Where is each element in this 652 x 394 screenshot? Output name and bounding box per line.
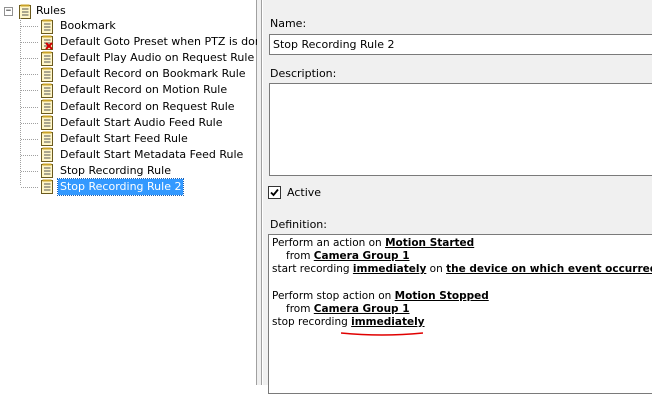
definition-line-1: Perform an action on Motion Started bbox=[272, 237, 652, 250]
rule-item[interactable]: Bookmark bbox=[40, 18, 264, 34]
stop-source-camera-group-link[interactable]: Camera Group 1 bbox=[314, 303, 410, 315]
name-field[interactable]: Stop Recording Rule 2 bbox=[269, 34, 652, 55]
tree-connector-lines bbox=[20, 18, 38, 188]
description-field[interactable] bbox=[269, 83, 652, 176]
rule-document-icon bbox=[40, 147, 54, 163]
rule-item-label: Default Record on Motion Rule bbox=[60, 83, 228, 97]
definition-box: Perform an action on Motion Started from… bbox=[268, 234, 652, 394]
definition-text: from bbox=[286, 250, 314, 263]
rule-item[interactable]: Default Record on Motion Rule bbox=[40, 82, 264, 98]
rule-document-icon bbox=[40, 163, 54, 179]
rule-item-label: Default Start Metadata Feed Rule bbox=[60, 147, 244, 161]
definition-line-4: Perform stop action on Motion Stopped bbox=[272, 290, 652, 303]
description-label: Description: bbox=[270, 67, 337, 80]
pane-splitter[interactable] bbox=[257, 0, 262, 385]
active-label: Active bbox=[287, 186, 322, 199]
rule-document-icon bbox=[40, 35, 54, 50]
rule-item[interactable]: Default Play Audio on Request Rule bbox=[40, 50, 264, 66]
rules-folder-icon bbox=[18, 4, 32, 19]
rule-item-label: Stop Recording Rule 2 bbox=[56, 177, 185, 196]
rules-list: Bookmark Default Goto Preset when PTZ is … bbox=[40, 18, 264, 196]
error-underline-icon bbox=[341, 332, 423, 336]
rule-properties-pane: Name: Stop Recording Rule 2 Description:… bbox=[263, 0, 652, 394]
event-motion-stopped-link[interactable]: Motion Stopped bbox=[395, 290, 489, 302]
definition-line-5: from Camera Group 1 bbox=[272, 303, 652, 316]
definition-text: Perform an action on bbox=[272, 237, 386, 249]
rule-document-icon bbox=[40, 179, 54, 195]
start-timing-link[interactable]: immediately bbox=[353, 263, 426, 275]
rule-item[interactable]: Default Record on Bookmark Rule bbox=[40, 66, 264, 82]
definition-line-6: stop recording immediately bbox=[272, 316, 652, 329]
rule-item[interactable]: Default Start Metadata Feed Rule bbox=[40, 147, 264, 163]
active-checkbox-row[interactable]: Active bbox=[268, 186, 321, 199]
rule-item-label: Bookmark bbox=[60, 19, 116, 33]
rule-item[interactable]: Stop Recording Rule bbox=[40, 163, 264, 179]
rule-document-icon bbox=[40, 67, 54, 82]
rule-item-label: Default Goto Preset when PTZ is don bbox=[60, 35, 262, 49]
name-label: Name: bbox=[270, 17, 307, 30]
event-motion-started-link[interactable]: Motion Started bbox=[385, 237, 474, 249]
rule-item[interactable]: Default Start Feed Rule bbox=[40, 131, 264, 147]
rule-document-icon bbox=[40, 99, 54, 115]
rule-document-icon bbox=[40, 115, 54, 131]
rule-document-icon bbox=[40, 131, 54, 147]
definition-text: stop recording bbox=[272, 316, 352, 329]
stop-timing-link[interactable]: immediately bbox=[351, 316, 424, 328]
tree-root-label: Rules bbox=[36, 4, 66, 17]
rule-item[interactable]: Default Goto Preset when PTZ is don bbox=[40, 34, 264, 50]
rule-item[interactable]: Default Start Audio Feed Rule bbox=[40, 115, 264, 131]
collapse-toggle-icon[interactable]: − bbox=[4, 6, 13, 16]
rule-item[interactable]: Stop Recording Rule 2 bbox=[40, 177, 264, 196]
rule-item[interactable]: Default Record on Request Rule bbox=[40, 98, 264, 115]
rule-item-label: Default Play Audio on Request Rule bbox=[60, 51, 255, 65]
rule-item-label: Default Record on Bookmark Rule bbox=[60, 67, 246, 81]
rule-item-label: Default Start Feed Rule bbox=[60, 131, 188, 145]
rule-item-label: Stop Recording Rule bbox=[60, 163, 171, 177]
rule-document-icon bbox=[40, 83, 54, 98]
definition-line-3: start recording immediately on the devic… bbox=[272, 263, 652, 276]
tree-root-rules[interactable]: − Rules bbox=[4, 3, 66, 19]
definition-text: on bbox=[426, 263, 447, 276]
checkmark-icon bbox=[270, 188, 279, 197]
definition-text: Perform stop action on bbox=[272, 289, 395, 302]
definition-text: start recording bbox=[272, 263, 353, 276]
definition-line-2: from Camera Group 1 bbox=[272, 250, 652, 263]
rule-document-icon bbox=[40, 51, 54, 66]
rule-document-icon bbox=[40, 19, 54, 34]
device-target-link[interactable]: the device on which event occurred bbox=[446, 263, 652, 275]
definition-label: Definition: bbox=[270, 218, 327, 231]
definition-text: from bbox=[286, 302, 314, 315]
rule-item-label: Default Start Audio Feed Rule bbox=[60, 115, 223, 129]
active-checkbox[interactable] bbox=[268, 186, 281, 199]
rule-item-label: Default Record on Request Rule bbox=[60, 99, 235, 113]
rules-tree-pane: − Rules Bookmark Default Goto Preset when… bbox=[0, 0, 262, 385]
source-camera-group-link[interactable]: Camera Group 1 bbox=[314, 250, 410, 262]
